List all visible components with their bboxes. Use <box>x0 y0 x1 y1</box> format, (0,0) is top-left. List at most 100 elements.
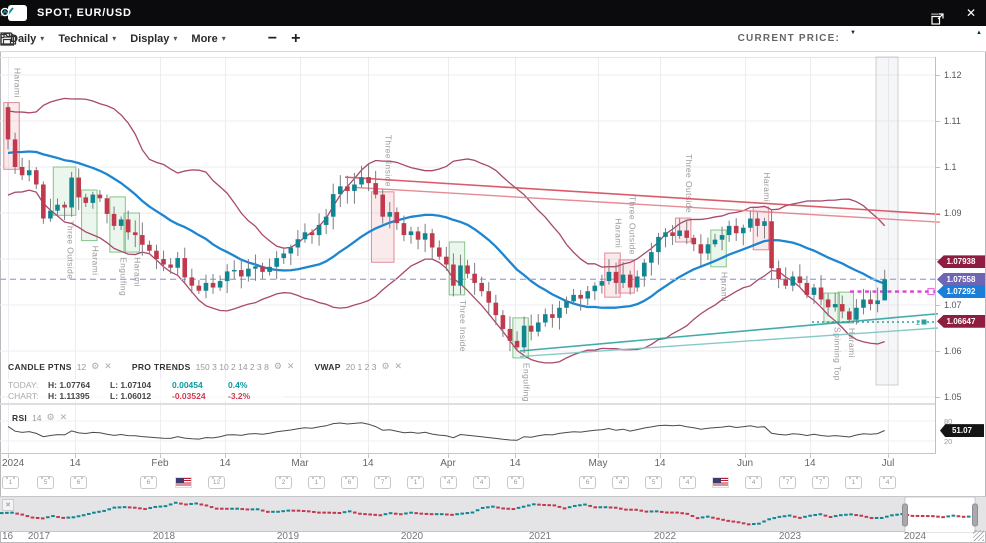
navigator-year-label: 2019 <box>277 531 299 542</box>
pattern-label: Harami <box>613 218 623 248</box>
calendar-event-icon[interactable]: 7 <box>812 476 829 489</box>
date-label: May <box>589 458 608 469</box>
zoom-out-button[interactable]: − <box>268 32 277 46</box>
legend-pro-trends[interactable]: PRO TRENDS150 3 10 2 14 2 3 8 ⚙ ✕ <box>132 361 295 372</box>
pattern-label: Harami <box>13 68 23 98</box>
calendar-event-icon[interactable]: 5 <box>645 476 662 489</box>
economic-calendar-row: 1 5 6 6 12 2 1 6 7 1 4 4 6 6 4 5 4 4 7 7 1 4 <box>0 470 986 496</box>
calendar-event-icon[interactable]: 2 <box>275 476 292 489</box>
chevron-down-icon: ▾ <box>40 34 44 43</box>
pattern-label: Three Outside <box>66 220 76 279</box>
calendar-event-icon[interactable]: 6 <box>341 476 358 489</box>
calendar-event-icon[interactable]: 7 <box>779 476 796 489</box>
navigator-year-label: 2017 <box>28 531 50 542</box>
close-button[interactable]: ✕ <box>966 0 976 26</box>
svg-text:2: 2 <box>916 318 920 327</box>
date-label: 14 <box>69 458 80 469</box>
navigator-years: 16 2017 2018 2019 2020 2021 2022 2023 2024 <box>0 532 986 543</box>
calendar-event-icon[interactable]: 4 <box>473 476 490 489</box>
pattern-label: Harami <box>90 246 100 276</box>
date-label: Jun <box>737 458 753 469</box>
calendar-event-icon[interactable]: 4 <box>879 476 896 489</box>
remove-indicator-icon[interactable]: ✕ <box>395 361 403 372</box>
calendar-event-icon[interactable]: 6 <box>70 476 87 489</box>
calendar-event-icon[interactable]: 6 <box>507 476 524 489</box>
navigator-year-label: 2021 <box>529 531 551 542</box>
date-label: 14 <box>219 458 230 469</box>
gear-icon[interactable]: ⚙ <box>381 361 389 372</box>
app-window: SPOT, EUR/USD – ✕ Daily▾ Technical▾ Disp… <box>0 0 986 543</box>
calendar-event-icon[interactable]: 6 <box>579 476 596 489</box>
current-price-label: CURRENT PRICE: <box>738 33 840 44</box>
calendar-event-icon[interactable]: 12 <box>208 476 225 489</box>
navigator-window-handle[interactable] <box>973 504 978 526</box>
rsi-panel-canvas[interactable] <box>0 404 986 453</box>
pattern-label: Engulfing <box>119 257 129 296</box>
us-flag-icon[interactable] <box>712 477 729 488</box>
navigator-year-label: 2020 <box>401 531 423 542</box>
price-stats: TODAY: H: 1.07764 L: 1.07104 0.00454 0.4… <box>8 379 284 401</box>
main-chart-canvas[interactable]: Harami Three Outside Harami Engulfing Harami… <box>0 52 986 404</box>
tick-down-arrow-icon: ▼ <box>850 30 856 36</box>
calendar-event-icon[interactable]: 1 <box>407 476 424 489</box>
navigator-year-label: 16 <box>2 531 13 542</box>
remove-indicator-icon[interactable]: ✕ <box>104 361 112 372</box>
calendar-event-icon[interactable]: 1 <box>2 476 19 489</box>
pattern-label: Three Outside <box>684 154 694 213</box>
rsi-legend[interactable]: RSI14 ⚙ ✕ <box>12 412 67 423</box>
chevron-down-icon: ▾ <box>173 34 177 43</box>
remove-indicator-icon[interactable]: ✕ <box>287 361 295 372</box>
navigator-year-label: 2022 <box>654 531 676 542</box>
navigator-window-handle[interactable] <box>903 504 908 526</box>
navigator-year-label: 2024 <box>904 531 926 542</box>
pattern-label: Harami <box>847 328 857 358</box>
pattern-label: Harami <box>762 172 772 202</box>
calendar-event-icon[interactable]: 1 <box>845 476 862 489</box>
indicator-legend: CANDLE PTNS12 ⚙ ✕ PRO TRENDS150 3 10 2 1… <box>8 361 402 372</box>
calendar-event-icon[interactable]: 1 <box>308 476 325 489</box>
date-label: Feb <box>151 458 168 469</box>
date-axis: 202414Feb14Mar14Apr14May14Jun14Jul <box>0 453 936 470</box>
date-label: Apr <box>440 458 456 469</box>
chevron-down-icon: ▾ <box>112 34 116 43</box>
stats-today-row: TODAY: H: 1.07764 L: 1.07104 0.00454 0.4… <box>8 379 284 390</box>
date-label: 14 <box>654 458 665 469</box>
us-flag-icon[interactable] <box>175 477 192 488</box>
pattern-label: Harami <box>133 257 143 287</box>
calendar-event-icon[interactable]: 4 <box>612 476 629 489</box>
bid-price-box[interactable]: ▼ 1.07553 <box>848 29 912 48</box>
legend-candle-patterns[interactable]: CANDLE PTNS12 ⚙ ✕ <box>8 361 112 372</box>
calendar-event-icon[interactable]: 4 <box>679 476 696 489</box>
calendar-event-icon[interactable]: 5 <box>37 476 54 489</box>
calendar-event-icon[interactable]: 4 <box>440 476 457 489</box>
gear-icon[interactable]: ⚙ <box>274 361 282 372</box>
calendar-event-icon[interactable]: 4 <box>745 476 762 489</box>
gear-icon[interactable]: ⚙ <box>91 361 99 372</box>
date-label: 14 <box>362 458 373 469</box>
window-title: SPOT, EUR/USD <box>37 7 132 19</box>
menu-technical[interactable]: Technical▾ <box>58 33 116 45</box>
date-label: Mar <box>291 458 308 469</box>
menu-more[interactable]: More▾ <box>191 33 225 45</box>
ask-price-box[interactable]: 1.07563 ▲ <box>920 29 984 48</box>
menu-display[interactable]: Display▾ <box>130 33 177 45</box>
pattern-label: Harami <box>720 272 730 302</box>
navigator-year-label: 2018 <box>153 531 175 542</box>
navigator-close-icon[interactable]: ✕ <box>2 499 14 511</box>
pattern-label: Three Inside <box>458 300 468 352</box>
title-bar: SPOT, EUR/USD – ✕ <box>0 0 986 26</box>
calendar-event-icon[interactable]: 7 <box>374 476 391 489</box>
gear-icon[interactable]: ⚙ <box>47 412 55 423</box>
date-label: 14 <box>509 458 520 469</box>
navigator-year-label: 2023 <box>779 531 801 542</box>
chevron-down-icon: ▾ <box>222 34 226 43</box>
tick-up-arrow-icon: ▲ <box>976 30 982 36</box>
calendar-event-icon[interactable]: 6 <box>140 476 157 489</box>
legend-vwap[interactable]: VWAP20 1 2 3 ⚙ ✕ <box>314 361 402 372</box>
date-label: 2024 <box>2 458 24 469</box>
zoom-in-button[interactable]: + <box>291 32 300 46</box>
date-label: Jul <box>882 458 895 469</box>
remove-indicator-icon[interactable]: ✕ <box>60 412 68 423</box>
timeline-navigator[interactable]: ✕ <box>0 496 986 532</box>
resize-grip[interactable] <box>973 530 984 541</box>
